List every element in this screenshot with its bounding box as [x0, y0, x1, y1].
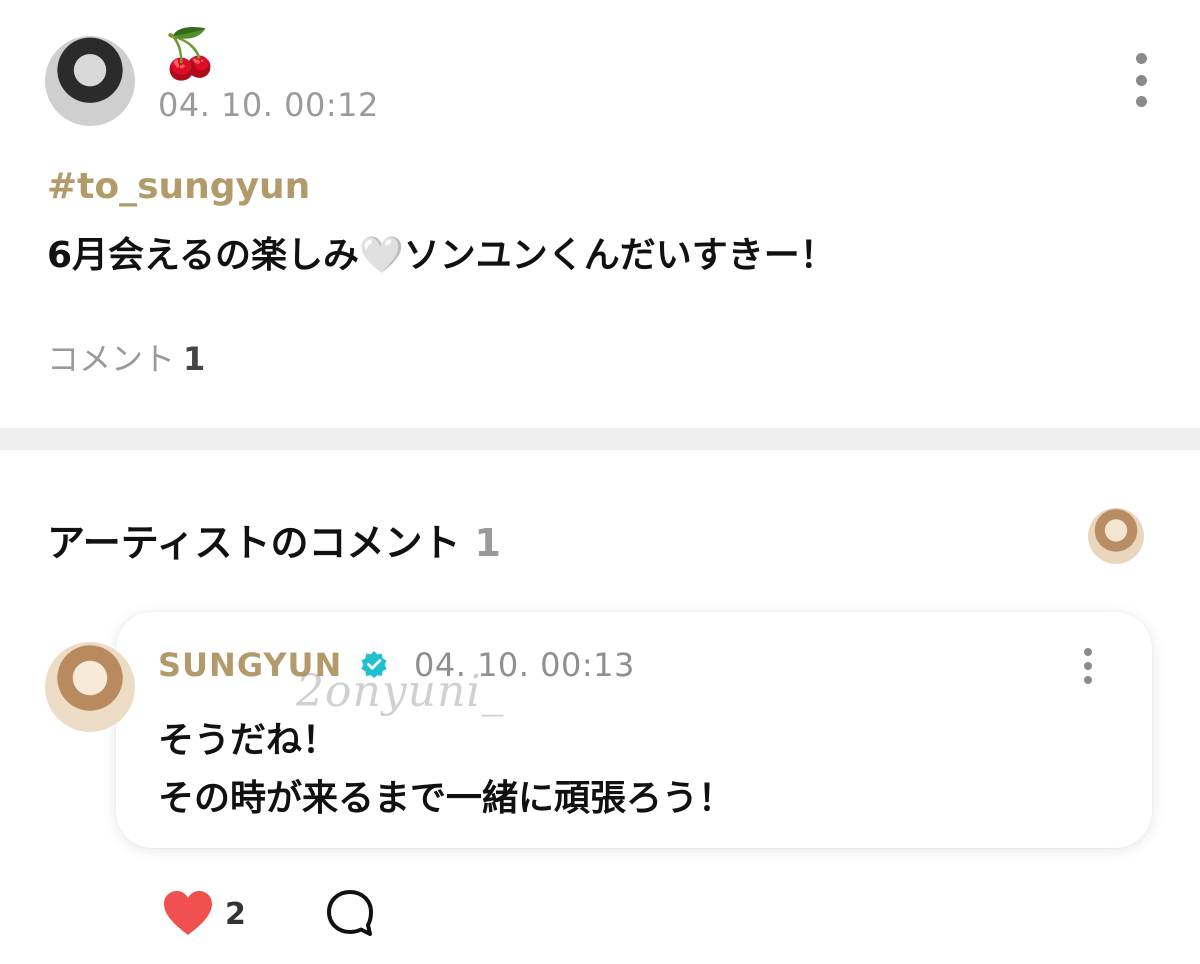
- like-count: 2: [225, 897, 246, 932]
- artist-comments-title: アーティストのコメント: [47, 521, 461, 565]
- comment-count-label: コメント: [47, 340, 176, 378]
- artist-comments-count: 1: [474, 521, 501, 565]
- more-options-icon[interactable]: [1080, 648, 1096, 684]
- heart-icon[interactable]: [160, 888, 216, 938]
- post-author-name[interactable]: 🍒: [160, 26, 220, 82]
- post-hashtag[interactable]: #to_sungyun: [47, 166, 310, 207]
- post-author-avatar[interactable]: [45, 36, 135, 126]
- more-options-icon[interactable]: [1128, 53, 1154, 107]
- artist-avatar[interactable]: [45, 642, 135, 732]
- post-timestamp: 04. 10. 00:12: [158, 86, 379, 124]
- artist-comments-heading: アーティストのコメント 1: [47, 512, 501, 567]
- speech-bubble-icon[interactable]: [324, 888, 376, 940]
- comment-line-1: そうだね！: [158, 720, 339, 761]
- comment-count[interactable]: コメント 1: [47, 334, 205, 380]
- watermark: 2onyuni_: [296, 666, 505, 717]
- post-body-text: 6月会えるの楽しみ🤍ソンユンくんだいすきー！: [47, 235, 836, 276]
- comment-line-2: その時が来るまで一緒に頑張ろう！: [158, 778, 735, 819]
- artist-avatar-small[interactable]: [1088, 508, 1144, 564]
- section-divider: [0, 428, 1200, 450]
- comment-count-value: 1: [183, 340, 206, 378]
- artist-comment-text: そうだね！ その時が来るまで一緒に頑張ろう！: [158, 712, 734, 828]
